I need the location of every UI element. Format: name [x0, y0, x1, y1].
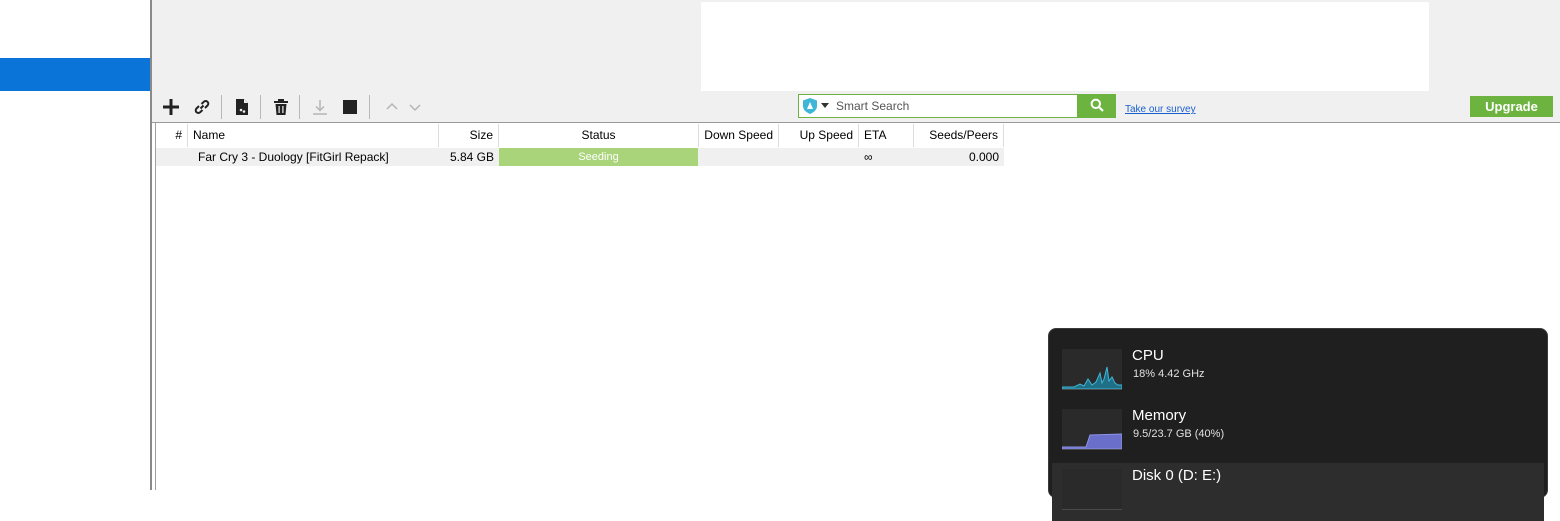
top-banner — [152, 0, 1560, 91]
toolbar-separator — [260, 95, 261, 119]
column-header-seeds-peers[interactable]: Seeds/Peers — [914, 124, 1004, 147]
toolbar: Take our survey Upgrade — [152, 91, 1560, 123]
move-down-button[interactable] — [404, 96, 426, 118]
move-up-button[interactable] — [381, 96, 403, 118]
row-number — [156, 148, 188, 166]
performance-flyout: CPU 18% 4.42 GHz Memory 9.5/23.7 GB (40%… — [1048, 328, 1548, 521]
column-header-up-speed[interactable]: Up Speed — [779, 124, 859, 147]
perf-subtitle: 9.5/23.7 GB (40%) — [1133, 428, 1225, 440]
column-header-down-speed[interactable]: Down Speed — [699, 124, 779, 147]
torrent-name: Far Cry 3 - Duology [FitGirl Repack] — [198, 150, 389, 164]
create-torrent-button[interactable] — [231, 96, 253, 118]
survey-link[interactable]: Take our survey — [1125, 104, 1196, 115]
sidebar-selected-item[interactable] — [0, 58, 150, 91]
perf-item-disk[interactable]: Disk 0 (D: E:) — [1052, 463, 1544, 521]
link-icon — [193, 98, 211, 116]
search-icon — [1090, 98, 1104, 115]
torrent-size: 5.84 GB — [449, 150, 494, 164]
perf-item-cpu[interactable]: CPU 18% 4.42 GHz — [1052, 343, 1544, 401]
perf-title: Memory — [1132, 407, 1187, 424]
trash-icon — [272, 98, 290, 116]
toolbar-separator — [369, 95, 370, 119]
sidebar — [0, 0, 152, 490]
download-icon — [311, 98, 329, 116]
add-torrent-button[interactable] — [160, 96, 182, 118]
chevron-up-icon — [385, 100, 399, 114]
search-input[interactable] — [836, 97, 1066, 115]
toolbar-separator — [299, 95, 300, 119]
ad-area — [701, 2, 1429, 91]
cpu-graph — [1061, 349, 1123, 390]
new-file-icon — [233, 98, 251, 116]
perf-title: CPU — [1132, 347, 1164, 364]
perf-item-memory[interactable]: Memory 9.5/23.7 GB (40%) — [1052, 403, 1544, 461]
plus-icon — [162, 98, 180, 116]
column-header-eta[interactable]: ETA — [859, 124, 914, 147]
down-speed — [699, 148, 779, 166]
add-link-button[interactable] — [191, 96, 213, 118]
smart-search-box[interactable] — [798, 94, 1078, 118]
remove-torrent-button[interactable] — [270, 96, 292, 118]
shield-icon[interactable] — [803, 98, 817, 117]
up-speed — [779, 148, 859, 166]
column-header-name[interactable]: Name — [188, 124, 439, 147]
perf-subtitle: 18% 4.42 GHz — [1133, 368, 1205, 380]
eta-value: ∞ — [864, 150, 873, 164]
column-header-status[interactable]: Status — [499, 124, 699, 147]
search-button[interactable] — [1078, 94, 1116, 118]
stop-button[interactable] — [339, 96, 361, 118]
list-border — [155, 123, 156, 490]
table-row[interactable]: Far Cry 3 - Duology [FitGirl Repack] 5.8… — [156, 148, 1004, 166]
memory-graph — [1061, 409, 1123, 450]
column-header-number[interactable]: # — [156, 124, 188, 147]
perf-title: Disk 0 (D: E:) — [1132, 467, 1222, 484]
status-badge: Seeding — [499, 148, 698, 166]
search-provider-dropdown-icon[interactable] — [821, 103, 829, 108]
stop-icon — [341, 98, 359, 116]
table-header: # Name Size Status Down Speed Up Speed E… — [156, 124, 1004, 147]
toolbar-separator — [221, 95, 222, 119]
start-button[interactable] — [309, 96, 331, 118]
chevron-down-icon — [408, 100, 422, 114]
upgrade-button[interactable]: Upgrade — [1470, 96, 1553, 117]
seeds-peers-value: 0.000 — [968, 150, 999, 164]
column-header-size[interactable]: Size — [439, 124, 499, 147]
